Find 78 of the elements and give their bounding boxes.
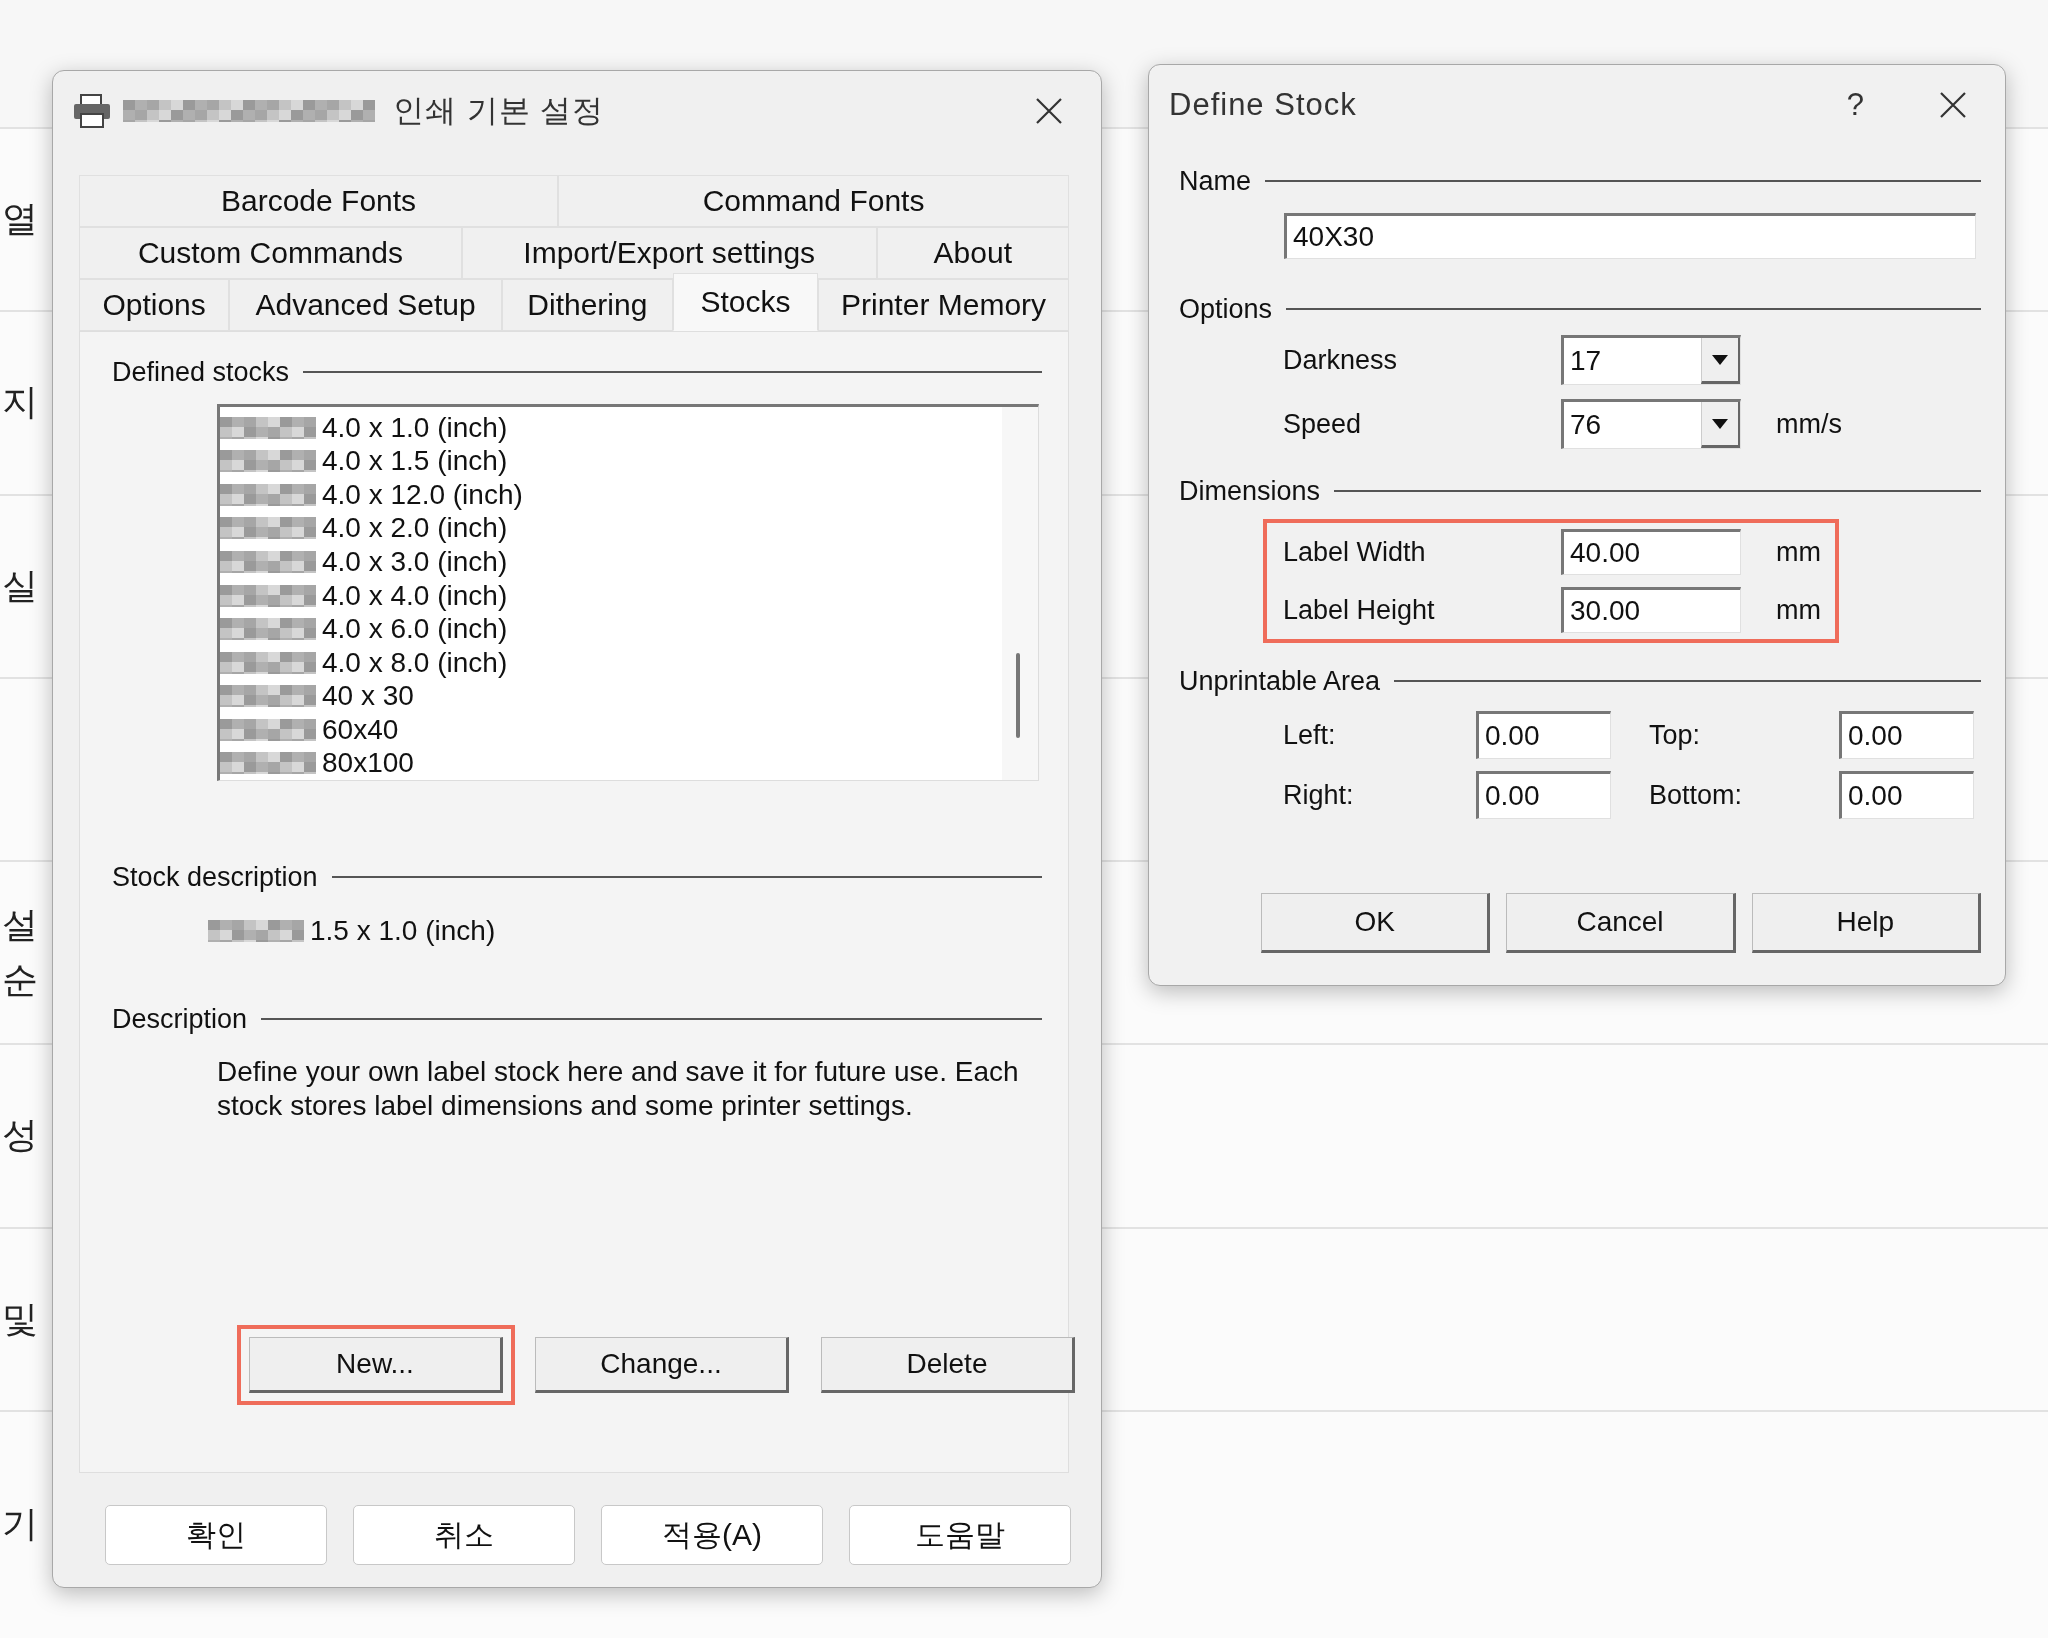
dialog-button[interactable]: 도움말 <box>849 1505 1071 1565</box>
list-item[interactable]: 80x100 <box>322 747 414 780</box>
close-icon[interactable] <box>1939 91 1967 119</box>
field-label: Right: <box>1283 779 1355 811</box>
input-field[interactable]: 0.00 <box>1476 771 1611 819</box>
window-title: Define Stock <box>1169 87 1357 123</box>
background-text: 및 <box>2 1296 38 1341</box>
window-title: 인쇄 기본 설정 <box>393 92 605 130</box>
stock-button[interactable]: Change... <box>535 1337 789 1393</box>
stock-list[interactable]: 4.0 x 1.0 (inch) 4.0 x 1.5 (inch) 4.0 x 12.0 (inch) 4.0 x 2.0 (inch) 4.0 x 3.0 (inch) 4.0 x 4.0 (inch) 4.0 x 6.0 (inch) 4.0 x 8.0 (inch) 40 x 30 60x40 80x100 <box>217 404 1039 781</box>
input-field[interactable]: 40.00 <box>1561 529 1741 575</box>
printer-icon <box>73 94 111 128</box>
dropdown[interactable]: 17 <box>1561 335 1741 385</box>
group-label: Dimensions <box>1179 475 1321 507</box>
dialog-button[interactable]: 취소 <box>353 1505 575 1565</box>
tab[interactable]: About <box>876 227 1069 279</box>
dialog-button[interactable]: Cancel <box>1506 893 1736 953</box>
list-item[interactable]: 4.0 x 12.0 (inch) <box>322 478 523 511</box>
name-field[interactable]: 40X30 <box>1284 213 1976 259</box>
stock-button[interactable]: Delete <box>821 1337 1075 1393</box>
field-label: Darkness <box>1283 344 1399 376</box>
tab[interactable]: Advanced Setup <box>229 279 502 331</box>
input-field[interactable]: 0.00 <box>1839 771 1974 819</box>
dialog-button[interactable]: 적용(A) <box>601 1505 823 1565</box>
field-label: Speed <box>1283 408 1363 440</box>
input-field[interactable]: 0.00 <box>1839 711 1974 759</box>
list-item[interactable]: 40 x 30 <box>322 680 414 713</box>
group-label: Options <box>1179 293 1273 325</box>
group-label: Unprintable Area <box>1179 665 1381 697</box>
group-label: Name <box>1179 165 1252 197</box>
tab[interactable]: Dithering <box>501 279 673 331</box>
group-label: Description <box>112 1003 248 1035</box>
dropdown-arrow-icon <box>1712 418 1728 429</box>
field-label: Label Width <box>1283 536 1427 568</box>
background-text: 열 <box>2 197 38 242</box>
list-item[interactable]: 60x40 <box>322 713 399 746</box>
dropdown[interactable]: 76 <box>1561 399 1741 449</box>
field-label: Bottom: <box>1649 779 1744 811</box>
tab[interactable]: Printer Memory <box>818 279 1069 331</box>
field-label: Label Height <box>1283 594 1436 626</box>
dialog-button[interactable]: 확인 <box>105 1505 327 1565</box>
group-label: Defined stocks <box>112 356 290 388</box>
background-text: 순 <box>2 957 38 1002</box>
input-field[interactable]: 0.00 <box>1476 711 1611 759</box>
background-text: 지 <box>2 380 38 425</box>
list-item[interactable]: 4.0 x 1.0 (inch) <box>322 411 508 444</box>
stock-description-text: 1.5 x 1.0 (inch) <box>310 915 496 947</box>
close-icon[interactable] <box>1035 97 1063 125</box>
unit-label: mm <box>1776 594 1822 626</box>
unit-label: mm/s <box>1776 408 1843 440</box>
background-text: 성 <box>2 1113 38 1158</box>
dialog-button[interactable]: Help <box>1751 893 1981 953</box>
list-item[interactable]: 4.0 x 6.0 (inch) <box>322 613 508 646</box>
tab[interactable]: Barcode Fonts <box>79 175 559 227</box>
background-text: 설 <box>2 902 38 947</box>
dropdown-arrow-icon <box>1712 354 1728 365</box>
tab[interactable]: Command Fonts <box>558 175 1069 227</box>
list-item[interactable]: 4.0 x 2.0 (inch) <box>322 512 508 545</box>
stock-button[interactable]: New... <box>249 1337 503 1393</box>
tab[interactable]: Import/Export settings <box>461 227 877 279</box>
input-field[interactable]: 30.00 <box>1561 587 1741 633</box>
list-item[interactable]: 4.0 x 4.0 (inch) <box>322 579 508 612</box>
tab[interactable]: Custom Commands <box>79 227 462 279</box>
dialog-button[interactable]: OK <box>1261 893 1491 953</box>
field-label: Top: <box>1649 719 1702 751</box>
description-text: Define your own label stock here and save it for future use. Each stock stores label dimensions and some printer settings. <box>217 1055 1020 1123</box>
help-button[interactable]: ? <box>1846 87 1865 123</box>
field-label: Left: <box>1283 719 1337 751</box>
list-item[interactable]: 4.0 x 8.0 (inch) <box>322 646 508 679</box>
background-text: 기 <box>2 1502 38 1547</box>
group-label: Stock description <box>112 861 318 893</box>
scrollbar-thumb[interactable] <box>1016 653 1020 738</box>
background-text: 실 <box>2 563 38 608</box>
list-item[interactable]: 4.0 x 1.5 (inch) <box>322 445 508 478</box>
tab[interactable]: Stocks <box>672 273 819 331</box>
unit-label: mm <box>1776 536 1822 568</box>
list-item[interactable]: 4.0 x 3.0 (inch) <box>322 545 508 578</box>
tab[interactable]: Options <box>79 279 230 331</box>
